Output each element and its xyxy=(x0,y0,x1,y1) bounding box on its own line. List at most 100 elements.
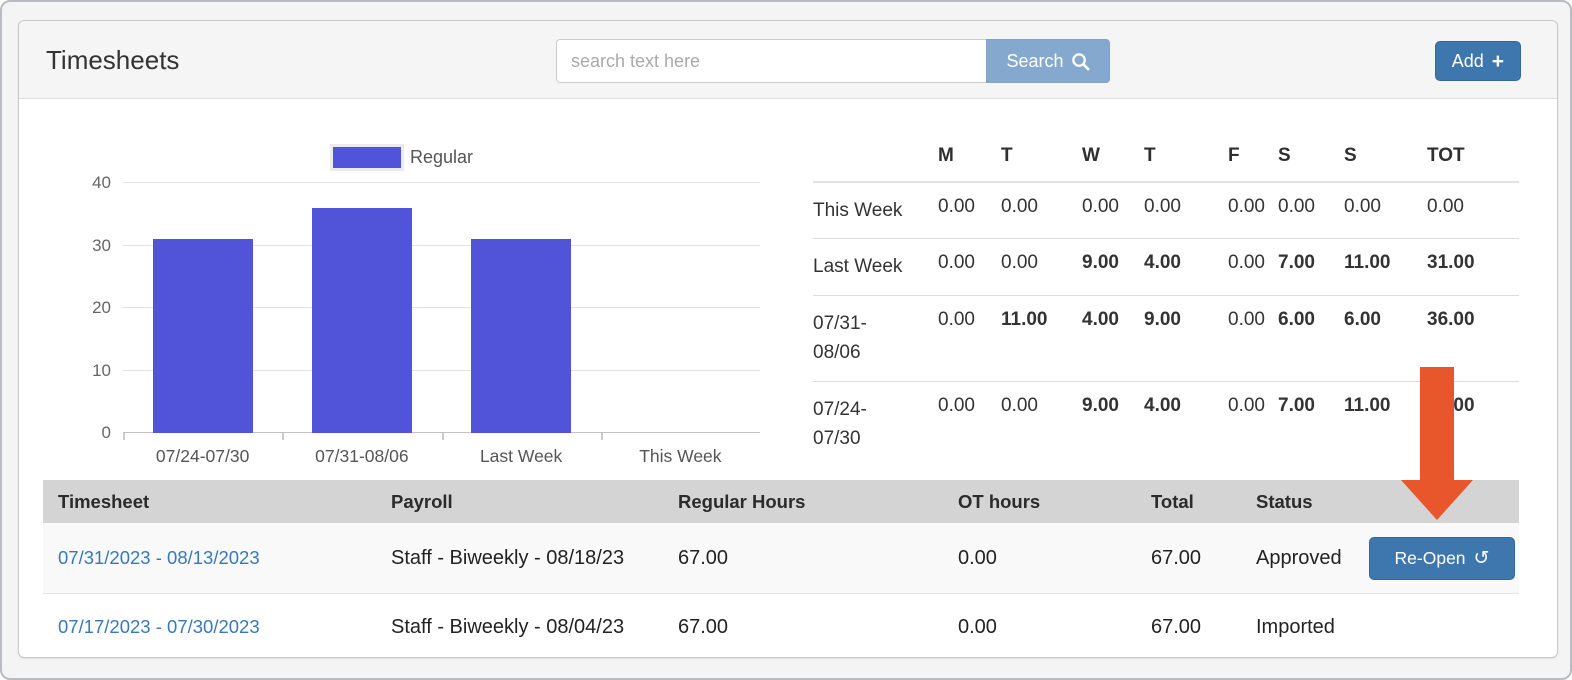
week-row-label: Last Week xyxy=(813,239,938,295)
week-col-F: F xyxy=(1228,137,1278,182)
week-cell: 0.00 xyxy=(1228,381,1278,466)
add-button-label: Add xyxy=(1452,51,1484,72)
reopen-button[interactable]: Re-Open ↺ xyxy=(1369,537,1515,580)
week-cell: 0.00 xyxy=(938,295,1001,381)
week-cell: 9.00 xyxy=(1082,239,1144,295)
payroll-cell: Staff - Biweekly - 08/18/23 xyxy=(376,547,663,570)
search-group: Search xyxy=(556,39,1110,83)
y-tick-label: 40 xyxy=(41,173,111,193)
y-tick-label: 0 xyxy=(41,423,111,443)
timesheet-row: 07/17/2023 - 07/30/2023 Staff - Biweekly … xyxy=(43,594,1519,658)
timesheets-page: Timesheets Search Add + Regular 0 10 20 30 4… xyxy=(0,0,1572,680)
bar-Last Week xyxy=(471,239,571,433)
week-row: Last Week0.000.009.004.000.007.0011.0031… xyxy=(813,239,1519,295)
x-tick-label: 07/24-07/30 xyxy=(123,446,282,467)
x-tick xyxy=(123,433,125,440)
x-tick-label: This Week xyxy=(601,446,760,467)
page-title: Timesheets xyxy=(46,45,179,76)
payroll-cell: Staff - Biweekly - 08/04/23 xyxy=(376,616,663,639)
search-button-label: Search xyxy=(1006,51,1063,72)
week-cell: 0.00 xyxy=(1001,239,1082,295)
x-tick-label: Last Week xyxy=(442,446,601,467)
reopen-button-label: Re-Open xyxy=(1395,548,1466,569)
y-tick-label: 20 xyxy=(41,298,111,318)
week-cell: 6.00 xyxy=(1344,295,1427,381)
week-cell: 6.00 xyxy=(1278,295,1344,381)
timesheet-table: TimesheetPayrollRegular HoursOT hoursTot… xyxy=(43,480,1519,658)
week-cell: 0.00 xyxy=(1144,182,1228,239)
total-cell: 67.00 xyxy=(1136,616,1241,639)
week-cell: 0.00 xyxy=(1228,182,1278,239)
week-cell: 0.00 xyxy=(1427,182,1519,239)
card-header: Timesheets Search Add + xyxy=(19,21,1557,99)
week-row-label: 07/24-07/30 xyxy=(813,381,938,466)
week-cell: 0.00 xyxy=(1001,381,1082,466)
week-col-TOT: TOT xyxy=(1427,137,1519,182)
search-button[interactable]: Search xyxy=(986,39,1110,83)
y-tick-label: 30 xyxy=(41,236,111,256)
add-button[interactable]: Add + xyxy=(1435,41,1521,81)
week-cell: 0.00 xyxy=(938,239,1001,295)
week-cell: 0.00 xyxy=(1228,295,1278,381)
week-cell: 9.00 xyxy=(1082,381,1144,466)
week-row-label: 07/31-08/06 xyxy=(813,295,938,381)
chart-legend: Regular xyxy=(333,147,473,168)
week-row: This Week0.000.000.000.000.000.000.000.0… xyxy=(813,182,1519,239)
ot-hours-cell: 0.00 xyxy=(943,547,1136,570)
week-cell: 0.00 xyxy=(1278,182,1344,239)
weekly-hours-table: MTWTFSSTOT This Week0.000.000.000.000.00… xyxy=(813,137,1519,467)
x-tick xyxy=(601,433,603,440)
week-cell: 7.00 xyxy=(1278,381,1344,466)
week-cell: 31.00 xyxy=(1427,239,1519,295)
x-tick xyxy=(442,433,444,440)
week-cell: 4.00 xyxy=(1144,239,1228,295)
legend-label: Regular xyxy=(410,147,473,168)
bar-07/24-07/30 xyxy=(153,239,253,433)
undo-icon: ↺ xyxy=(1474,547,1490,570)
timesheets-card: Timesheets Search Add + Regular 0 10 20 30 4… xyxy=(18,20,1558,658)
bar-chart xyxy=(123,183,760,433)
week-col-S: S xyxy=(1278,137,1344,182)
week-cell: 7.00 xyxy=(1278,239,1344,295)
week-cell: 11.00 xyxy=(1344,381,1427,466)
week-cell: 0.00 xyxy=(938,182,1001,239)
timesheet-period-link[interactable]: 07/17/2023 - 07/30/2023 xyxy=(58,616,260,637)
legend-swatch xyxy=(333,147,401,168)
ts-col-ot-hours: OT hours xyxy=(943,491,1136,513)
week-row-label: This Week xyxy=(813,182,938,239)
ts-col-total: Total xyxy=(1136,491,1241,513)
search-input[interactable] xyxy=(556,39,986,83)
bar-07/31-08/06 xyxy=(312,208,412,433)
week-col-empty xyxy=(813,137,938,182)
week-col-M: M xyxy=(938,137,1001,182)
week-cell: 11.00 xyxy=(1344,239,1427,295)
timesheet-period-link[interactable]: 07/31/2023 - 08/13/2023 xyxy=(58,547,260,568)
x-tick xyxy=(282,433,284,440)
status-cell: Imported xyxy=(1241,616,1369,639)
week-cell: 4.00 xyxy=(1082,295,1144,381)
week-cell: 0.00 xyxy=(1344,182,1427,239)
week-cell: 9.00 xyxy=(1144,295,1228,381)
y-tick-label: 10 xyxy=(41,361,111,381)
week-row: 07/24-07/300.000.009.004.000.007.0011.00… xyxy=(813,381,1519,466)
week-cell: 11.00 xyxy=(1001,295,1082,381)
week-col-W: W xyxy=(1082,137,1144,182)
week-cell: 31.00 xyxy=(1427,381,1519,466)
regular-hours-cell: 67.00 xyxy=(663,616,943,639)
week-cell: 0.00 xyxy=(1082,182,1144,239)
week-row: 07/31-08/060.0011.004.009.000.006.006.00… xyxy=(813,295,1519,381)
week-cell: 36.00 xyxy=(1427,295,1519,381)
timesheet-row: 07/31/2023 - 08/13/2023 Staff - Biweekly … xyxy=(43,523,1519,594)
timesheet-table-header: TimesheetPayrollRegular HoursOT hoursTot… xyxy=(43,480,1519,523)
week-cell: 0.00 xyxy=(1228,239,1278,295)
week-cell: 0.00 xyxy=(1001,182,1082,239)
week-cell: 0.00 xyxy=(938,381,1001,466)
weekly-table-header: MTWTFSSTOT xyxy=(813,137,1519,182)
status-cell: Approved xyxy=(1241,547,1369,570)
total-cell: 67.00 xyxy=(1136,547,1241,570)
ts-col-regular-hours: Regular Hours xyxy=(663,491,943,513)
x-tick-label: 07/31-08/06 xyxy=(282,446,441,467)
ts-col-status: Status xyxy=(1241,491,1369,513)
ts-col-timesheet: Timesheet xyxy=(43,491,376,513)
regular-hours-cell: 67.00 xyxy=(663,547,943,570)
